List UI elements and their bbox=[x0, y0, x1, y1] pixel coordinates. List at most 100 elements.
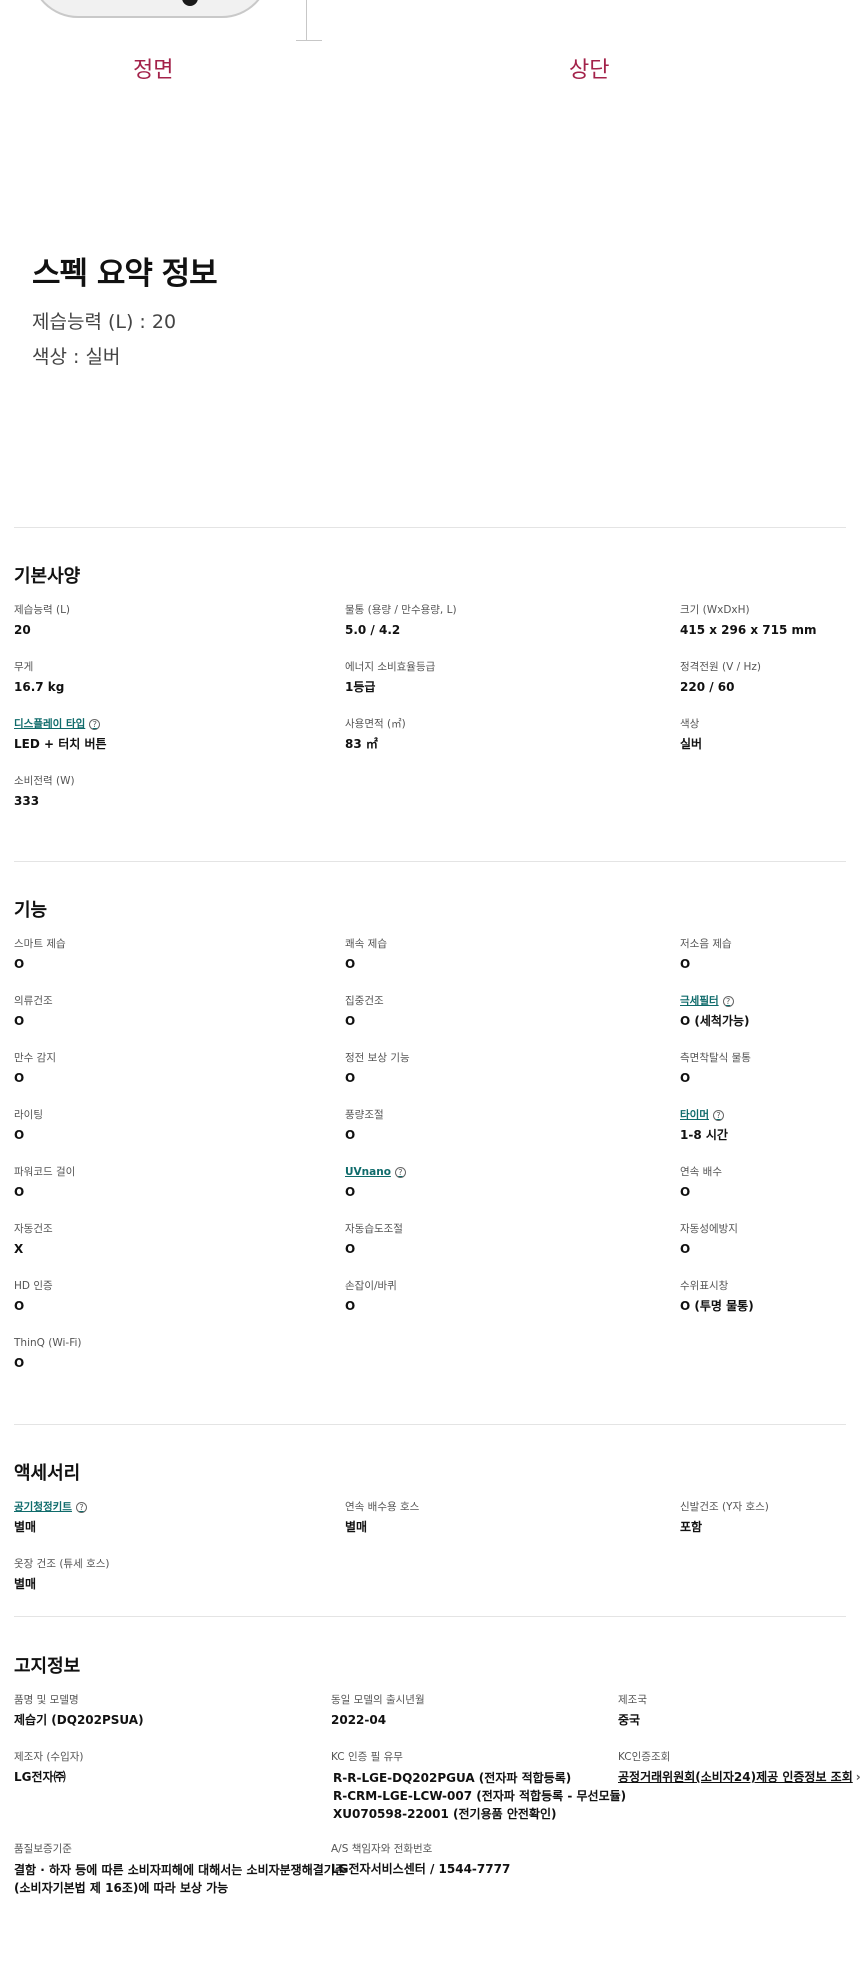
spec-label: 크기 (WxDxH) bbox=[680, 603, 860, 617]
spec-item: 크기 (WxDxH) 415 x 296 x 715 mm bbox=[680, 603, 860, 638]
spec-label-link[interactable]: 공기청정키트? bbox=[14, 1500, 294, 1514]
spec-item: 신발건조 (Y자 호스) 포함 bbox=[680, 1500, 860, 1535]
spec-value: O bbox=[345, 1071, 356, 1085]
spec-value: O bbox=[14, 1128, 25, 1142]
divider bbox=[14, 1424, 846, 1425]
spec-item: 무게 16.7 kg bbox=[14, 660, 294, 695]
info-icon[interactable]: ? bbox=[394, 1166, 406, 1178]
notice-product-label: 품명 및 모델명 bbox=[14, 1694, 79, 1706]
spec-label-link[interactable]: 극세필터? bbox=[680, 994, 860, 1008]
spec-value: O bbox=[14, 1185, 25, 1199]
spec-label-text[interactable]: 타이머 bbox=[680, 1108, 709, 1122]
kc-lookup-link[interactable]: 공정거래위원회(소비자24)제공 인증정보 조회 bbox=[618, 1769, 853, 1785]
spec-label: 자동습도조절 bbox=[345, 1222, 625, 1236]
spec-value: O bbox=[345, 1299, 356, 1313]
spec-label-text[interactable]: 극세필터 bbox=[680, 994, 719, 1008]
spec-value: O bbox=[345, 1185, 356, 1199]
spec-label: 무게 bbox=[14, 660, 294, 674]
notice-quality-label: 품질보증기준 bbox=[14, 1843, 72, 1855]
kc-cert-line: R-CRM-LGE-LCW-007 (전자파 적합등록 - 무선모듈) bbox=[333, 1789, 627, 1803]
spec-item: 색상 실버 bbox=[680, 717, 860, 752]
dehumidifier-front-image bbox=[30, 0, 270, 18]
summary-capacity: 제습능력 (L) : 20 bbox=[32, 311, 177, 333]
spec-label-text: 신발건조 (Y자 호스) bbox=[680, 1501, 769, 1513]
spec-value: 220 / 60 bbox=[680, 680, 735, 694]
chevron-right-icon[interactable]: › bbox=[856, 1769, 860, 1785]
spec-item: 정전 보상 기능 O bbox=[345, 1051, 625, 1086]
spec-item: 사용면적 (㎡) 83 ㎡ bbox=[345, 717, 625, 752]
spec-value: 별매 bbox=[14, 1577, 37, 1591]
kc-lookup-link-wrap[interactable]: 공정거래위원회(소비자24)제공 인증정보 조회 › bbox=[618, 1769, 860, 1785]
spec-label: 저소음 제습 bbox=[680, 937, 860, 951]
spec-value: O bbox=[14, 1299, 25, 1313]
spec-item: 타이머? 1-8 시간 bbox=[680, 1108, 860, 1143]
spec-label-text: 수위표시창 bbox=[680, 1280, 729, 1292]
spec-label: ThinQ (Wi-Fi) bbox=[14, 1336, 294, 1350]
info-icon[interactable]: ? bbox=[89, 718, 101, 730]
spec-item: UVnano? O bbox=[345, 1165, 625, 1200]
spec-value: LED + 터치 버튼 bbox=[14, 737, 107, 751]
spec-label: 소비전력 (W) bbox=[14, 774, 294, 788]
spec-label-text: 자동성에방지 bbox=[680, 1223, 738, 1235]
spec-label: 옷장 건조 (튜세 호스) bbox=[14, 1557, 294, 1571]
notice-origin-value: 중국 bbox=[618, 1713, 641, 1727]
info-icon[interactable]: ? bbox=[722, 995, 734, 1007]
spec-value: O (투명 물통) bbox=[680, 1299, 754, 1313]
spec-value: O (세척가능) bbox=[680, 1014, 750, 1028]
notice-release-label: 동일 모델의 출시년월 bbox=[331, 1694, 425, 1706]
spec-item: 극세필터? O (세척가능) bbox=[680, 994, 860, 1029]
spec-item: 집중건조 O bbox=[345, 994, 625, 1029]
spec-label: 색상 bbox=[680, 717, 860, 731]
spec-label-text[interactable]: 공기청정키트 bbox=[14, 1500, 72, 1514]
notice-as: A/S 책임자와 전화번호 LG전자서비스센터 / 1544-7777 bbox=[331, 1842, 611, 1877]
spec-label: 에너지 소비효율등급 bbox=[345, 660, 625, 674]
info-icon[interactable]: ? bbox=[712, 1109, 724, 1121]
spec-item: 정격전원 (V / Hz) 220 / 60 bbox=[680, 660, 860, 695]
spec-item: 공기청정키트? 별매 bbox=[14, 1500, 294, 1535]
spec-item: 손잡이/바퀴 O bbox=[345, 1279, 625, 1314]
spec-item: 라이팅 O bbox=[14, 1108, 294, 1143]
notice-release-value: 2022-04 bbox=[331, 1713, 387, 1727]
spec-value: O bbox=[680, 1185, 691, 1199]
spec-label: 연속 배수용 호스 bbox=[345, 1500, 625, 1514]
spec-item: 수위표시창 O (투명 물통) bbox=[680, 1279, 860, 1314]
notice-kc-lookup-label: KC인증조회 bbox=[618, 1751, 671, 1763]
spec-value: O bbox=[345, 957, 356, 971]
kc-cert-line: R-R-LGE-DQ202PGUA (전자파 적합등록) bbox=[333, 1771, 572, 1785]
spec-item: 제습능력 (L) 20 bbox=[14, 603, 294, 638]
spec-item: 연속 배수용 호스별매 bbox=[345, 1500, 625, 1535]
spec-value: 별매 bbox=[345, 1520, 368, 1534]
spec-label-text: 제습능력 (L) bbox=[14, 604, 71, 616]
spec-label-text[interactable]: UVnano bbox=[345, 1165, 391, 1179]
spec-label-text: HD 인증 bbox=[14, 1280, 53, 1292]
spec-label: 자동건조 bbox=[14, 1222, 294, 1236]
info-icon[interactable]: ? bbox=[75, 1501, 87, 1513]
spec-item: 소비전력 (W) 333 bbox=[14, 774, 294, 809]
notice-quality-line: 결함 · 하자 등에 따른 소비자피해에 대해서는 소비자분쟁해결기준 bbox=[14, 1863, 346, 1877]
spec-value: 1-8 시간 bbox=[680, 1128, 728, 1142]
spec-label-link[interactable]: 타이머? bbox=[680, 1108, 860, 1122]
spec-item: 풍량조절 O bbox=[345, 1108, 625, 1143]
notice-product: 품명 및 모델명 제습기 (DQ202PSUA) bbox=[14, 1693, 294, 1728]
spec-label: 자동성에방지 bbox=[680, 1222, 860, 1236]
spec-item: 디스플레이 타입? LED + 터치 버튼 bbox=[14, 717, 294, 752]
spec-label-text: 에너지 소비효율등급 bbox=[345, 661, 436, 673]
spec-label-link[interactable]: UVnano? bbox=[345, 1165, 625, 1179]
spec-item: 물통 (용량 / 만수용량, L) 5.0 / 4.2 bbox=[345, 603, 625, 638]
spec-value: 83 ㎡ bbox=[345, 737, 378, 751]
spec-item: 자동건조 X bbox=[14, 1222, 294, 1257]
spec-label-text: 파워코드 걸이 bbox=[14, 1166, 76, 1178]
spec-value: O bbox=[14, 1356, 25, 1370]
section-title-features: 기능 bbox=[14, 900, 48, 921]
spec-label-text[interactable]: 디스플레이 타입 bbox=[14, 717, 85, 731]
notice-quality: 품질보증기준 결함 · 하자 등에 따른 소비자피해에 대해서는 소비자분쟁해결… bbox=[14, 1842, 346, 1897]
section-title-notice: 고지정보 bbox=[14, 1656, 81, 1677]
spec-label-text: 소비전력 (W) bbox=[14, 775, 75, 787]
kc-cert-line: XU070598-22001 (전기용품 안전확인) bbox=[333, 1807, 557, 1821]
spec-label: 라이팅 bbox=[14, 1108, 294, 1122]
spec-label-text: ThinQ (Wi-Fi) bbox=[14, 1337, 82, 1349]
spec-label-link[interactable]: 디스플레이 타입? bbox=[14, 717, 294, 731]
spec-label: 풍량조절 bbox=[345, 1108, 625, 1122]
spec-value: 5.0 / 4.2 bbox=[345, 623, 401, 637]
spec-label-text: 자동건조 bbox=[14, 1223, 53, 1235]
